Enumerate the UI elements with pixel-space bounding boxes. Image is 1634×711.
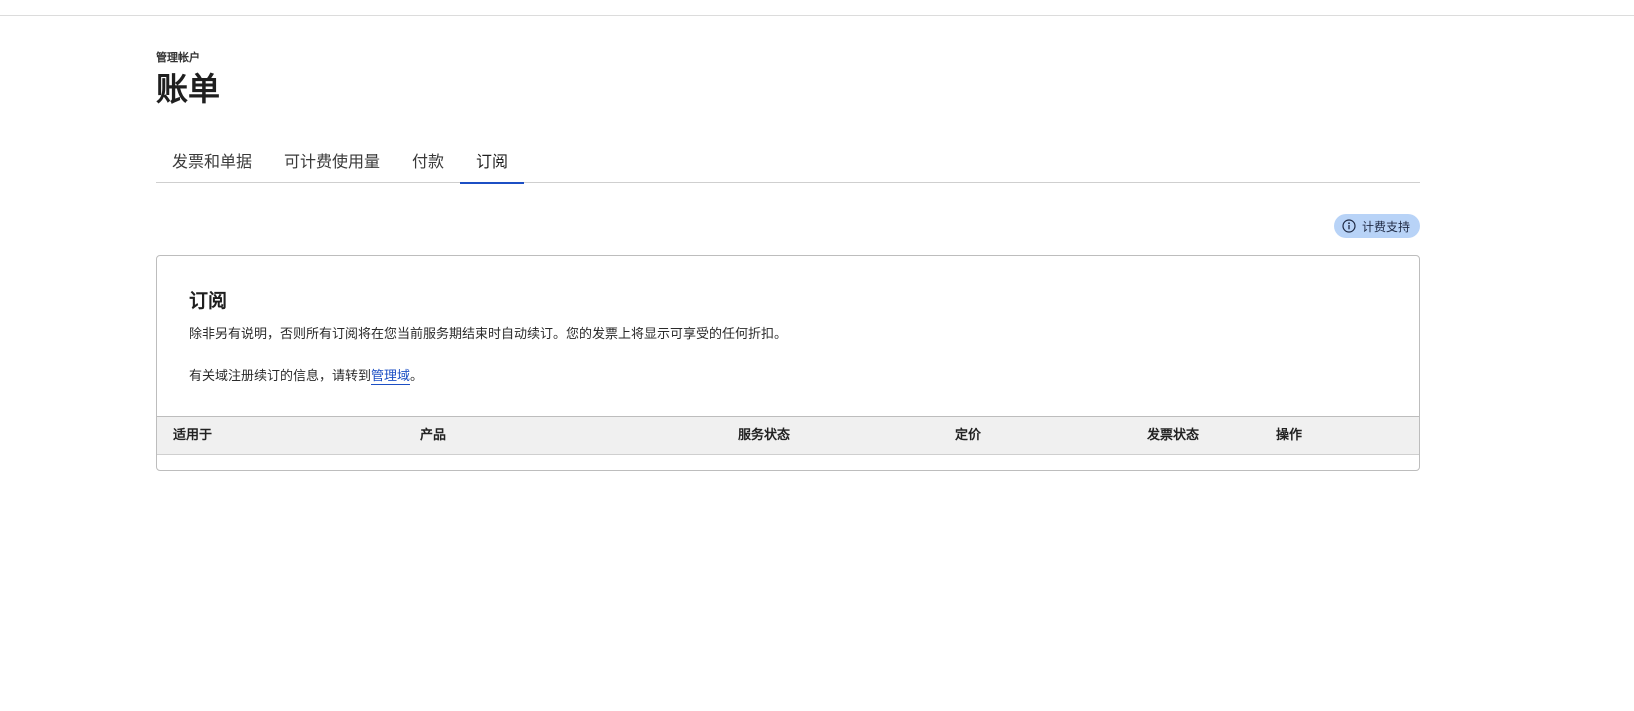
card-title: 订阅 — [189, 290, 228, 312]
info-icon — [1342, 219, 1356, 233]
billing-tabs: 发票和单据 可计费使用量 付款 订阅 — [156, 136, 1420, 184]
tab-label: 可计费使用量 — [284, 151, 381, 171]
billing-support-label: 计费支持 — [1361, 219, 1410, 234]
top-divider — [0, 15, 1634, 16]
column-product: 产品 — [420, 428, 447, 443]
tab-payments[interactable]: 付款 — [396, 136, 460, 183]
tab-subscriptions[interactable]: 订阅 — [460, 136, 525, 184]
domain-note-prefix: 有关域注册续订的信息，请转到 — [189, 369, 372, 384]
subscriptions-table-header: 适用于 产品 服务状态 定价 发票状态 操作 — [157, 416, 1419, 455]
column-actions: 操作 — [1276, 428, 1303, 443]
column-applies-to: 适用于 — [173, 428, 213, 443]
page-title: 账单 — [156, 70, 221, 108]
domain-renewal-note: 有关域注册续订的信息，请转到管理域。 — [189, 365, 424, 385]
column-pricing: 定价 — [955, 428, 982, 443]
card-description: 除非另有说明，否则所有订阅将在您当前服务期结束时自动续订。您的发票上将显示可享受… — [189, 327, 788, 342]
tab-invoices[interactable]: 发票和单据 — [156, 136, 268, 183]
domain-note-suffix: 。 — [410, 369, 424, 384]
tab-label: 付款 — [412, 151, 445, 171]
column-invoice-status: 发票状态 — [1147, 428, 1200, 443]
column-service-status: 服务状态 — [738, 428, 791, 443]
manage-domains-link[interactable]: 管理域 — [371, 369, 411, 385]
tab-label: 订阅 — [476, 151, 509, 171]
breadcrumb[interactable]: 管理帐户 — [156, 49, 200, 65]
subscriptions-card: 订阅 除非另有说明，否则所有订阅将在您当前服务期结束时自动续订。您的发票上将显示… — [156, 255, 1420, 471]
tab-label: 发票和单据 — [172, 151, 253, 171]
billing-support-button[interactable]: 计费支持 — [1333, 214, 1420, 238]
tab-billable-usage[interactable]: 可计费使用量 — [268, 136, 396, 183]
